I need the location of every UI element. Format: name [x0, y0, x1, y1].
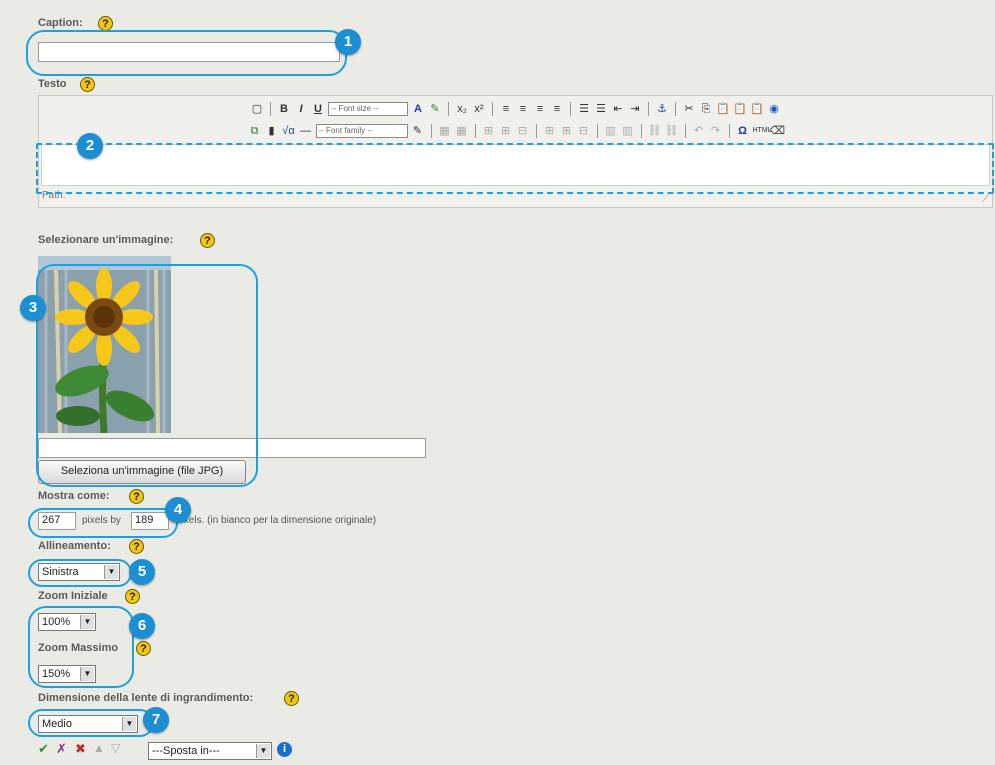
testo-help-icon[interactable]: ? — [80, 77, 95, 92]
eraser-icon[interactable]: ⌫ — [770, 124, 786, 138]
callout-badge-5: 5 — [129, 559, 155, 585]
numbered-list-icon[interactable]: ☰ — [594, 102, 608, 116]
resize-handle-icon[interactable]: ⟋ — [982, 194, 989, 205]
callout-outline-6 — [28, 606, 134, 688]
highlight-color-icon[interactable]: ✎ — [428, 102, 442, 116]
callout-badge-7: 7 — [143, 707, 169, 733]
subscript-icon[interactable]: x₂ — [455, 102, 469, 116]
undo-icon[interactable]: ↶ — [692, 124, 706, 138]
zoom-iniziale-help-icon[interactable]: ? — [125, 589, 140, 604]
callout-outline-1 — [26, 30, 347, 76]
cut-icon[interactable]: ✂ — [682, 102, 696, 116]
allineamento-help-icon[interactable]: ? — [129, 539, 144, 554]
lente-help-icon[interactable]: ? — [284, 691, 299, 706]
delete-icon[interactable]: ✖ — [75, 741, 86, 757]
editor-toolbar-row-1: ▢ B I U -- Font size -- A ✎ x₂ x² ≡ ≡ ≡ … — [39, 100, 992, 118]
caption-help-icon[interactable]: ? — [98, 16, 113, 31]
col-after-icon[interactable]: ⊞ — [560, 124, 574, 138]
callout-badge-1: 1 — [335, 29, 361, 55]
callout-outline-7 — [28, 709, 154, 737]
align-justify-icon[interactable]: ≡ — [550, 102, 564, 116]
callout-badge-2: 2 — [77, 133, 103, 159]
disable-icon[interactable]: ✗ — [56, 741, 67, 757]
align-center-icon[interactable]: ≡ — [516, 102, 530, 116]
zoom-iniziale-label: Zoom Iniziale — [38, 590, 108, 602]
edit-icon[interactable]: ✎ — [411, 124, 425, 138]
horizontal-rule-icon[interactable]: — — [299, 124, 313, 138]
editor-toolbar-row-2: ⧉ ▮ √α — -- Font family -- ✎ ▦ ▦ ⊞ ⊞ ⊟ ⊞… — [39, 122, 992, 140]
delete-col-icon[interactable]: ⊟ — [577, 124, 591, 138]
callout-badge-3: 3 — [20, 295, 46, 321]
table-props-icon[interactable]: ▦ — [455, 124, 469, 138]
special-char-icon[interactable]: Ω — [736, 124, 750, 138]
move-down-icon[interactable]: ▽ — [111, 741, 120, 755]
mostra-label: Mostra come: — [38, 490, 110, 502]
row-before-icon[interactable]: ⊞ — [482, 124, 496, 138]
move-to-select[interactable]: ---Sposta in--- ▼ — [148, 742, 272, 760]
media-icon[interactable]: ▮ — [265, 124, 279, 138]
testo-label: Testo — [38, 78, 67, 90]
image-help-icon[interactable]: ? — [200, 233, 215, 248]
row-after-icon[interactable]: ⊞ — [499, 124, 513, 138]
info-icon[interactable]: i — [277, 742, 292, 757]
paste-icon[interactable]: 📋 — [716, 102, 730, 116]
callout-outline-3 — [36, 264, 258, 487]
align-right-icon[interactable]: ≡ — [533, 102, 547, 116]
text-color-icon[interactable]: A — [411, 102, 425, 116]
anchor-icon[interactable]: ⚓ — [655, 102, 669, 116]
caption-label: Caption: — [38, 17, 83, 29]
superscript-icon[interactable]: x² — [472, 102, 486, 116]
bullet-list-icon[interactable]: ☰ — [577, 102, 591, 116]
bold-icon[interactable]: B — [277, 102, 291, 116]
html-icon[interactable]: HTML — [753, 124, 772, 138]
math-icon[interactable]: √α — [282, 124, 296, 138]
zoom-massimo-help-icon[interactable]: ? — [136, 641, 151, 656]
callout-outline-4 — [28, 508, 178, 538]
callout-outline-2 — [36, 143, 994, 194]
paste-word-icon[interactable]: 📋 — [750, 102, 764, 116]
table-icon[interactable]: ▦ — [438, 124, 452, 138]
image-label: Selezionare un'immagine: — [38, 234, 174, 246]
edit-icon[interactable]: ✔ — [38, 741, 49, 757]
outdent-icon[interactable]: ⇤ — [611, 102, 625, 116]
delete-row-icon[interactable]: ⊟ — [516, 124, 530, 138]
size-hint-label: pixels. (in bianco per la dimensione ori… — [176, 515, 377, 526]
underline-icon[interactable]: U — [311, 102, 325, 116]
paste-text-icon[interactable]: 📋 — [733, 102, 747, 116]
mostra-help-icon[interactable]: ? — [129, 489, 144, 504]
insert-image-icon[interactable]: ⧉ — [248, 124, 262, 138]
col-before-icon[interactable]: ⊞ — [543, 124, 557, 138]
callout-badge-6: 6 — [129, 613, 155, 639]
callout-outline-5 — [28, 559, 132, 587]
new-document-icon[interactable]: ▢ — [250, 102, 264, 116]
merge-cells-icon[interactable]: ▥ — [621, 124, 635, 138]
split-cells-icon[interactable]: ▥ — [604, 124, 618, 138]
italic-icon[interactable]: I — [294, 102, 308, 116]
link-icon[interactable]: ⛓ — [648, 124, 662, 138]
help-icon[interactable]: ◉ — [767, 102, 781, 116]
copy-icon[interactable]: ⎘ — [699, 102, 713, 116]
unlink-icon[interactable]: ⛓ — [665, 124, 679, 138]
lente-label: Dimensione della lente di ingrandimento: — [38, 692, 254, 704]
chevron-down-icon: ▼ — [256, 744, 270, 758]
font-family-select[interactable]: -- Font family -- — [315, 124, 408, 138]
allineamento-label: Allineamento: — [38, 540, 111, 552]
callout-badge-4: 4 — [165, 497, 191, 523]
indent-icon[interactable]: ⇥ — [628, 102, 642, 116]
align-left-icon[interactable]: ≡ — [499, 102, 513, 116]
move-up-icon[interactable]: ▲ — [93, 741, 105, 755]
redo-icon[interactable]: ↷ — [709, 124, 723, 138]
font-size-select[interactable]: -- Font size -- — [328, 102, 408, 116]
